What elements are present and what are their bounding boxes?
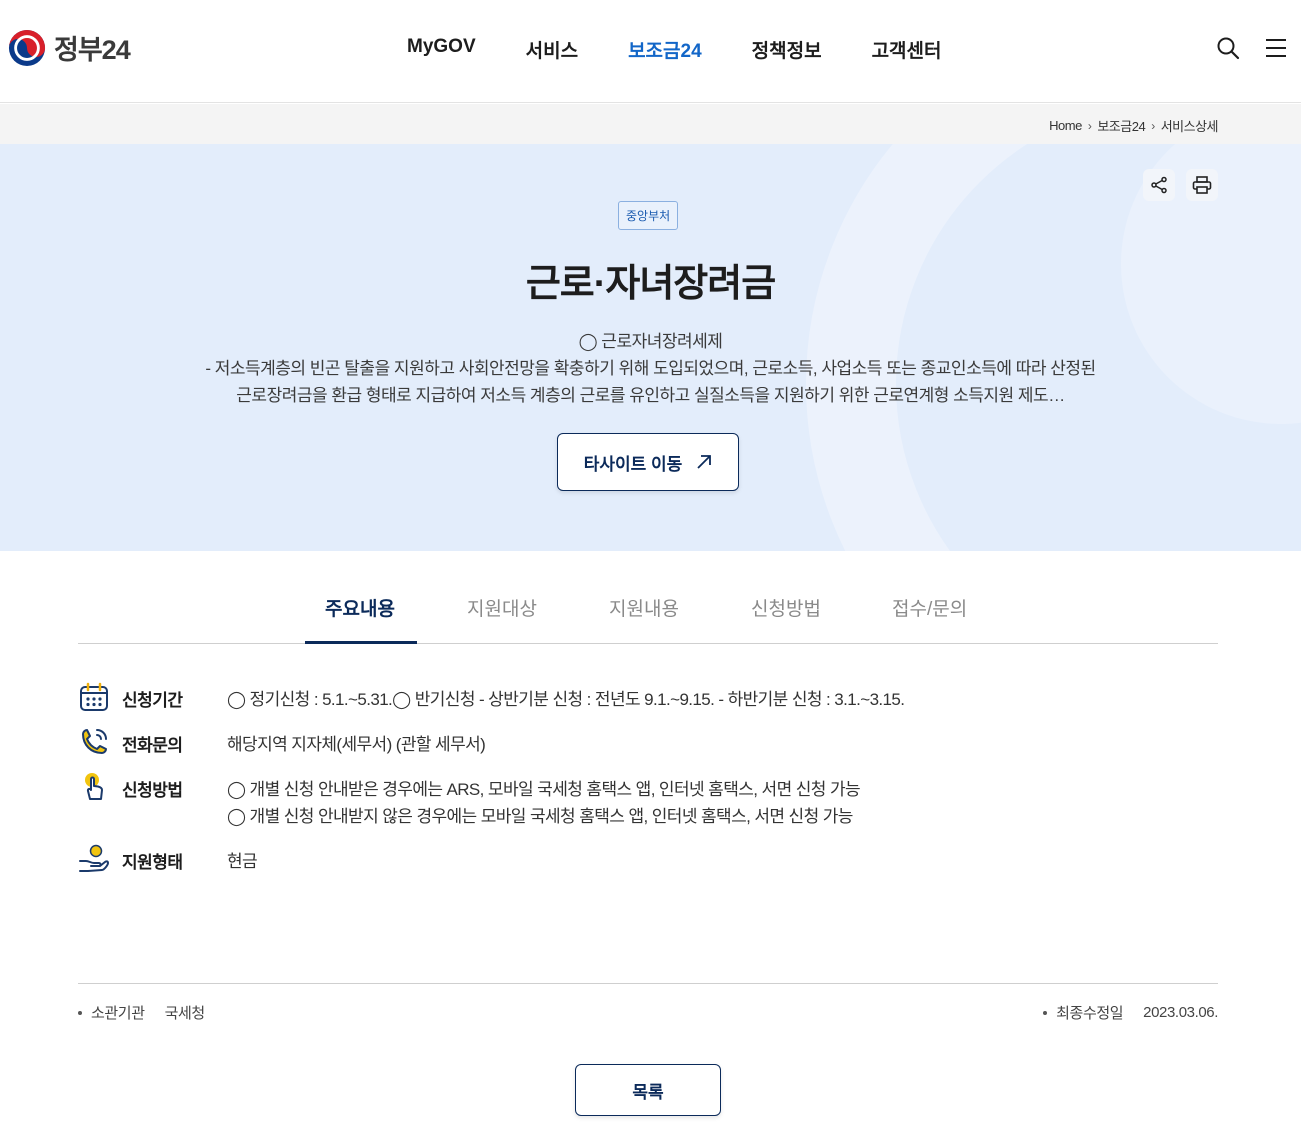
summary-line: 근로장려금을 환급 형태로 지급하여 저소득 계층의 근로를 유인하고 실질소득… [236,386,1065,405]
print-button[interactable] [1186,169,1218,201]
breadcrumb-subsidy24[interactable]: 보조금24 [1097,116,1145,135]
arrow-up-right-icon [697,455,712,469]
chevron-right-icon: › [1151,118,1155,133]
logo-text: 정부24 [54,35,131,65]
agency-value: 국세청 [164,1005,206,1022]
info-label: 신청기간 [122,691,183,710]
external-site-label: 타사이트 이동 [583,454,683,474]
nav-mygov[interactable]: MyGOV [407,36,476,63]
nav-subsidy24[interactable]: 보조금24 [628,36,702,63]
breadcrumb-bar: Home › 보조금24 › 서비스상세 [0,104,1301,144]
info-label: 전화문의 [122,736,183,755]
calendar-icon [80,682,108,711]
main-nav: MyGOV 서비스 보조금24 정책정보 고객센터 [407,36,992,63]
external-site-button[interactable]: 타사이트 이동 [557,433,739,491]
updated-meta: 최종수정일 2023.03.06. [1043,1002,1218,1023]
info-value: ◯ 개별 신청 안내받은 경우에는 ARS, 모바일 국세청 홈택스 앱, 인터… [227,776,861,830]
taegeuk-logo-icon [8,29,46,66]
share-button[interactable] [1143,169,1175,201]
tab-application-method[interactable]: 신청방법 [751,594,821,644]
agency-meta: 소관기관 국세청 [78,1002,205,1023]
info-label: 신청방법 [122,781,183,800]
info-row-period: 신청기간 ◯ 정기신청 : 5.1.~5.31.◯ 반기신청 - 상반기분 신청… [78,681,905,713]
updated-label: 최종수정일 [1056,1005,1124,1022]
breadcrumb-current: 서비스상세 [1160,119,1219,134]
agency-label: 소관기관 [91,1005,145,1022]
info-row-phone: 전화문의 해당지역 지자체(세무서) (관할 세무서) [78,726,486,758]
hand-pointer-icon [85,773,103,800]
logo[interactable]: 정부24 [8,28,131,67]
divider [78,983,1218,984]
list-button[interactable]: 목록 [575,1064,721,1116]
tab-main-content[interactable]: 주요내용 [325,594,395,644]
search-icon[interactable] [1216,36,1240,60]
share-icon [1151,176,1167,194]
service-summary: ◯ 근로자녀장려세제 - 저소득계층의 빈곤 탈출을 지원하고 사회안전망을 확… [0,328,1301,409]
info-row-method: 신청방법 ◯ 개별 신청 안내받은 경우에는 ARS, 모바일 국세청 홈택스 … [78,771,861,826]
tab-eligibility[interactable]: 지원대상 [467,594,537,644]
breadcrumb-home[interactable]: Home [1049,118,1082,133]
phone-icon [82,729,107,754]
detail-tabs: 주요내용 지원대상 지원내용 신청방법 접수/문의 [78,581,1218,644]
hand-coin-icon [79,844,109,872]
tab-support-content[interactable]: 지원내용 [609,594,679,644]
updated-value: 2023.03.06. [1143,1004,1218,1021]
info-value-line: ◯ 개별 신청 안내받지 않은 경우에는 모바일 국세청 홈택스 앱, 인터넷 … [227,807,853,826]
tab-contact[interactable]: 접수/문의 [892,594,967,644]
category-badge: 중앙부처 [618,201,679,230]
active-tab-indicator [305,641,417,644]
bullet-dot [78,1010,82,1015]
nav-policy[interactable]: 정책정보 [752,36,822,63]
service-hero: 중앙부처 근로·자녀장려금 ◯ 근로자녀장려세제 - 저소득계층의 빈곤 탈출을… [0,144,1301,551]
breadcrumb: Home › 보조금24 › 서비스상세 [1049,116,1218,135]
info-label: 지원형태 [122,853,183,872]
info-value: 현금 [227,852,258,871]
page-title: 근로·자녀장려금 [525,263,776,305]
summary-line: - 저소득계층의 빈곤 탈출을 지원하고 사회안전망을 확충하기 위해 도입되었… [205,359,1096,378]
info-value: 해당지역 지자체(세무서) (관할 세무서) [227,735,486,754]
info-value: ◯ 정기신청 : 5.1.~5.31.◯ 반기신청 - 상반기분 신청 : 전년… [227,690,905,709]
site-header: 정부24 MyGOV 서비스 보조금24 정책정보 고객센터 [0,0,1301,103]
chevron-right-icon: › [1087,118,1092,133]
hamburger-menu-icon[interactable] [1264,36,1288,60]
nav-service[interactable]: 서비스 [526,36,578,63]
nav-customer-center[interactable]: 고객센터 [872,36,942,63]
summary-line: ◯ 근로자녀장려세제 [578,332,723,351]
bullet-dot [1043,1010,1048,1015]
info-row-support-type: 지원형태 현금 [78,843,258,875]
info-value-line: ◯ 개별 신청 안내받은 경우에는 ARS, 모바일 국세청 홈택스 앱, 인터… [227,780,861,799]
print-icon [1192,176,1212,194]
